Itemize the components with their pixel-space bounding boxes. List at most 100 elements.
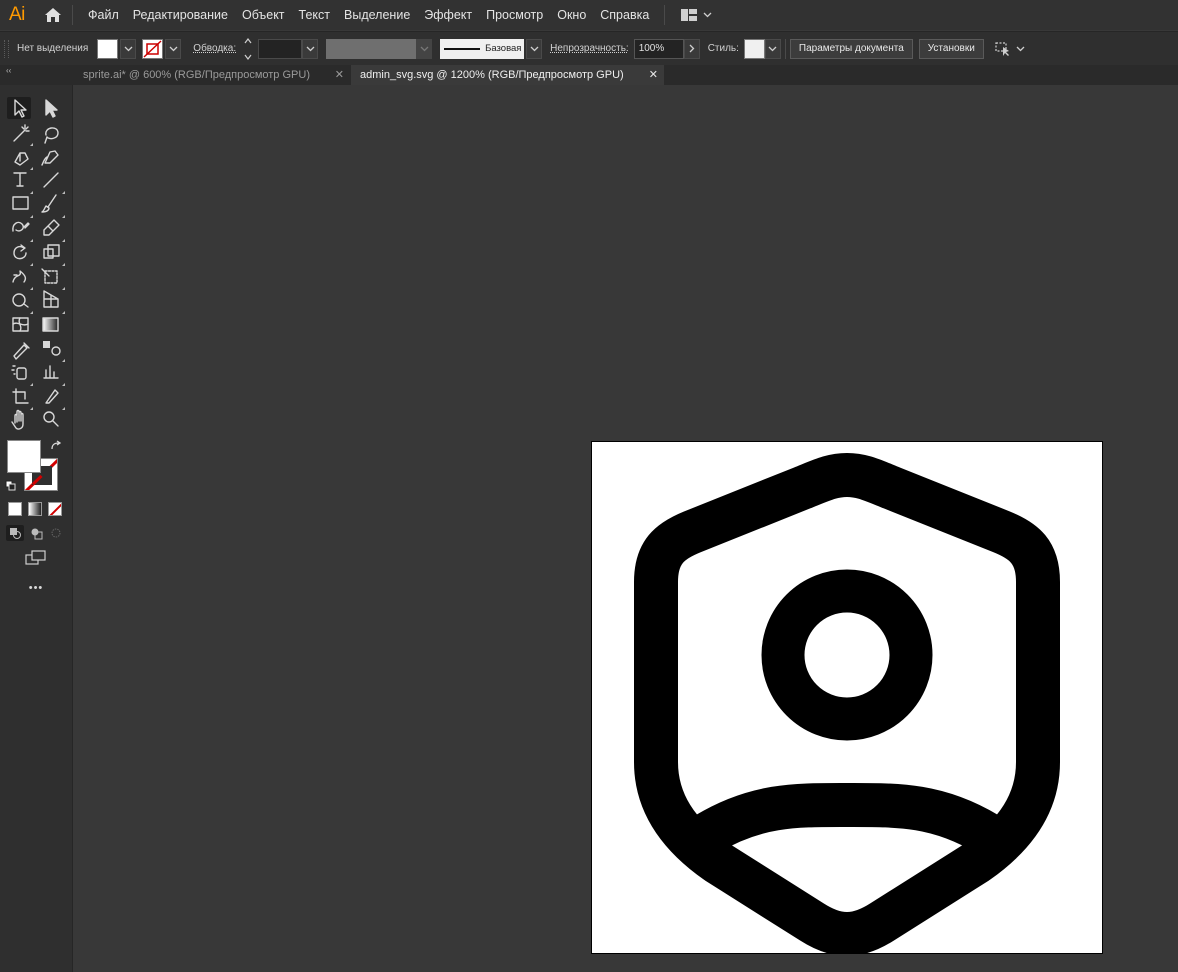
menu-bar: Ai Файл Редактирование Объект Текст Выде… [0, 0, 1178, 30]
style-label: Стиль: [707, 43, 739, 54]
close-icon[interactable]: ✕ [335, 65, 344, 85]
blend-tool-icon[interactable] [39, 337, 61, 359]
shape-builder-tool-icon[interactable] [8, 289, 30, 311]
fill-dropdown[interactable] [120, 38, 137, 59]
artboard-tool-icon[interactable] [8, 385, 30, 407]
selection-tool-icon[interactable] [8, 97, 30, 119]
chevron-down-icon [1016, 46, 1025, 51]
stroke-dropdown[interactable] [165, 38, 182, 59]
close-icon[interactable]: ✕ [649, 65, 658, 85]
screen-mode-icon[interactable] [25, 550, 47, 566]
stroke-weight-dropdown[interactable] [302, 38, 319, 59]
free-transform-tool-icon[interactable] [39, 265, 61, 287]
chevron-down-icon [169, 46, 178, 51]
opacity-label[interactable]: Непрозрачность: [550, 43, 629, 54]
brush-definition[interactable]: Базовая [440, 38, 525, 59]
preferences-button[interactable]: Установки [918, 38, 984, 59]
chevron-down-icon [420, 46, 429, 51]
none-mode-button[interactable] [48, 502, 62, 516]
menu-effect[interactable]: Эффект [417, 0, 479, 30]
perspective-grid-tool-icon[interactable] [39, 289, 61, 311]
chevron-down-icon [306, 46, 315, 51]
style-dropdown[interactable] [764, 38, 781, 59]
tab-label: admin_svg.svg @ 1200% (RGB/Предпросмотр … [360, 69, 624, 81]
profile-dropdown[interactable] [416, 38, 433, 59]
type-tool-icon[interactable] [8, 169, 30, 191]
shaper-tool-icon[interactable] [8, 217, 30, 239]
chevron-down-icon [703, 12, 712, 18]
curvature-tool-icon[interactable] [39, 145, 61, 167]
draw-inside-icon[interactable] [47, 525, 65, 541]
eraser-tool-icon[interactable] [39, 217, 61, 239]
artboard[interactable] [591, 441, 1103, 956]
admin-shield-icon[interactable] [592, 442, 1102, 956]
arrange-documents[interactable] [994, 41, 1025, 57]
stroke-swatch[interactable] [142, 38, 164, 59]
brush-dropdown[interactable] [526, 38, 543, 59]
gradient-mode-button[interactable] [28, 502, 42, 516]
brush-definition-label: Базовая [485, 43, 522, 54]
menu-separator [72, 5, 73, 25]
app-logo: Ai [9, 4, 25, 25]
menu-separator [664, 5, 666, 25]
stroke-weight-stepper[interactable] [242, 37, 254, 60]
opacity-expand[interactable] [683, 38, 700, 59]
document-tabs: ‹‹ sprite.ai* @ 600% (RGB/Предпросмотр G… [0, 65, 1178, 85]
menu-help[interactable]: Справка [593, 0, 656, 30]
style-swatch[interactable] [743, 38, 765, 59]
workspace-switcher[interactable] [681, 9, 712, 21]
mesh-tool-icon[interactable] [8, 313, 30, 335]
home-icon[interactable] [42, 5, 64, 25]
draw-normal-icon[interactable] [6, 525, 24, 541]
gradient-tool-icon[interactable] [39, 313, 61, 335]
symbol-sprayer-tool-icon[interactable] [8, 361, 30, 383]
chevron-down-icon [530, 46, 539, 51]
tools-panel: ••• [0, 85, 73, 972]
selection-status: Нет выделения [17, 43, 89, 54]
panel-grip[interactable] [4, 39, 9, 58]
control-separator [784, 38, 786, 59]
eyedropper-tool-icon[interactable] [8, 337, 30, 359]
default-colors-icon[interactable] [5, 480, 17, 492]
slice-tool-icon[interactable] [39, 385, 61, 407]
opacity-input[interactable]: 100% [633, 38, 684, 59]
tab-admin-svg[interactable]: admin_svg.svg @ 1200% (RGB/Предпросмотр … [351, 65, 664, 85]
menu-view[interactable]: Просмотр [479, 0, 550, 30]
menu-edit[interactable]: Редактирование [126, 0, 235, 30]
document-setup-button[interactable]: Параметры документа [789, 38, 913, 59]
menu-object[interactable]: Объект [235, 0, 292, 30]
chevron-down-icon [768, 46, 777, 51]
variable-width-profile[interactable] [326, 38, 417, 59]
menu-window[interactable]: Окно [550, 0, 593, 30]
stroke-weight-input[interactable] [258, 38, 303, 59]
pen-tool-icon[interactable] [8, 145, 30, 167]
stroke-label[interactable]: Обводка: [193, 43, 236, 54]
graph-tool-icon[interactable] [39, 361, 61, 383]
collapse-panels-icon[interactable]: ‹‹ [6, 65, 11, 77]
menu-file[interactable]: Файл [81, 0, 126, 30]
fill-swatch[interactable] [97, 38, 119, 59]
chevron-down-icon [124, 46, 133, 51]
direct-selection-tool-icon[interactable] [39, 97, 61, 119]
swap-fill-stroke-icon[interactable] [50, 440, 62, 452]
magic-wand-tool-icon[interactable] [8, 121, 30, 143]
scale-tool-icon[interactable] [39, 241, 61, 263]
lasso-tool-icon[interactable] [39, 121, 61, 143]
warp-tool-icon[interactable] [8, 265, 30, 287]
rotate-tool-icon[interactable] [8, 241, 30, 263]
menu-select[interactable]: Выделение [337, 0, 417, 30]
tab-sprite[interactable]: sprite.ai* @ 600% (RGB/Предпросмотр GPU)… [73, 65, 350, 85]
line-tool-icon[interactable] [39, 169, 61, 191]
menu-type[interactable]: Текст [292, 0, 337, 30]
zoom-tool-icon[interactable] [39, 409, 61, 431]
hand-tool-icon[interactable] [8, 409, 30, 431]
paintbrush-tool-icon[interactable] [39, 193, 61, 215]
chevron-right-icon [689, 44, 695, 53]
rectangle-tool-icon[interactable] [8, 193, 30, 215]
draw-behind-icon[interactable] [27, 525, 45, 541]
fill-color-box[interactable] [7, 440, 41, 473]
color-mode-button[interactable] [8, 502, 22, 516]
edit-toolbar-icon[interactable]: ••• [0, 582, 72, 594]
control-bar: Нет выделения Обводка: Базовая Непрозрач… [0, 31, 1178, 65]
arrange-icon [995, 41, 1009, 56]
